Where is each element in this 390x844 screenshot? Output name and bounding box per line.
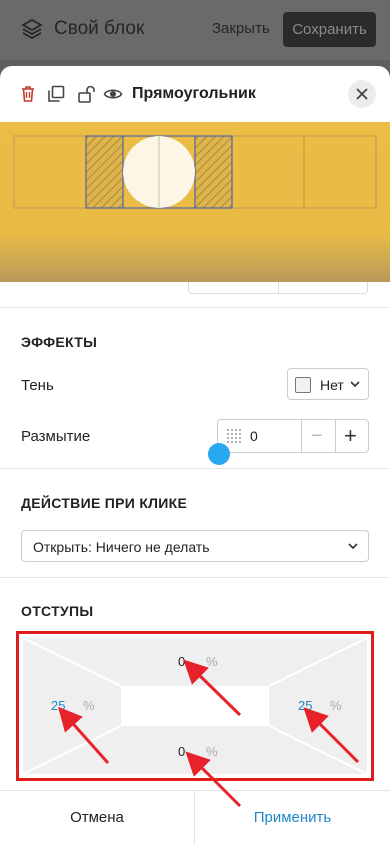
app-bar: Свой блок Закрыть Сохранить (0, 0, 390, 60)
close-sheet-button[interactable] (348, 80, 376, 108)
padding-bottom-value[interactable]: 0 (178, 744, 185, 759)
unlock-icon[interactable] (76, 84, 96, 104)
block-preview (0, 122, 390, 282)
drag-handle[interactable] (208, 443, 230, 465)
shadow-swatch-icon (295, 377, 311, 393)
copy-icon[interactable] (46, 84, 66, 104)
paddings-editor: 0 % 25 % 25 % 0 % (16, 631, 374, 781)
divider (335, 420, 336, 452)
sheet-footer: Отмена Применить (0, 790, 390, 844)
sheet-title: Прямоугольник (132, 85, 256, 102)
effects-title: ЭФФЕКТЫ (21, 334, 98, 350)
paddings-diagram (22, 637, 368, 775)
padding-top-value[interactable]: 0 (178, 654, 185, 669)
app-title: Свой блок (54, 18, 145, 39)
padding-right-value[interactable]: 25 (298, 698, 312, 713)
divider (0, 468, 390, 469)
blur-dots-icon (227, 429, 241, 443)
preview-graphic (13, 135, 377, 209)
element-settings-sheet: Прямоугольник ЭФФЕКТЫ Тень Нет Размытие … (0, 66, 390, 844)
eye-icon[interactable] (103, 84, 123, 104)
apply-button[interactable]: Применить (195, 791, 390, 844)
padding-left-unit: % (83, 698, 95, 713)
padding-left-value[interactable]: 25 (51, 698, 65, 713)
save-button[interactable]: Сохранить (283, 12, 376, 47)
shadow-label: Тень (21, 377, 54, 394)
chevron-down-icon (348, 543, 358, 550)
trash-icon[interactable] (18, 84, 38, 104)
paddings-title: ОТСТУПЫ (21, 603, 94, 619)
close-button[interactable]: Закрыть (212, 20, 270, 37)
click-action-value: Открыть: Ничего не делать (33, 539, 210, 555)
blur-decrement-button[interactable]: − (311, 425, 323, 448)
divider (301, 420, 302, 452)
divider (0, 307, 390, 308)
blur-increment-button[interactable]: + (344, 423, 357, 449)
sheet-header: Прямоугольник (0, 66, 390, 122)
padding-right-unit: % (330, 698, 342, 713)
cancel-button[interactable]: Отмена (0, 791, 194, 844)
blur-label: Размытие (21, 428, 91, 445)
shadow-value: Нет (320, 377, 344, 393)
close-icon (356, 88, 368, 100)
divider (0, 577, 390, 578)
layers-icon (21, 18, 43, 40)
divider (278, 282, 279, 294)
padding-bottom-unit: % (206, 744, 218, 759)
padding-top-unit: % (206, 654, 218, 669)
blur-stepper[interactable]: 0 − + (217, 419, 369, 453)
chevron-down-icon (350, 381, 360, 388)
blur-value[interactable]: 0 (250, 428, 258, 444)
click-action-title: ДЕЙСТВИЕ ПРИ КЛИКЕ (21, 495, 188, 511)
shadow-select[interactable]: Нет (287, 368, 369, 400)
click-action-select[interactable]: Открыть: Ничего не делать (21, 530, 369, 562)
